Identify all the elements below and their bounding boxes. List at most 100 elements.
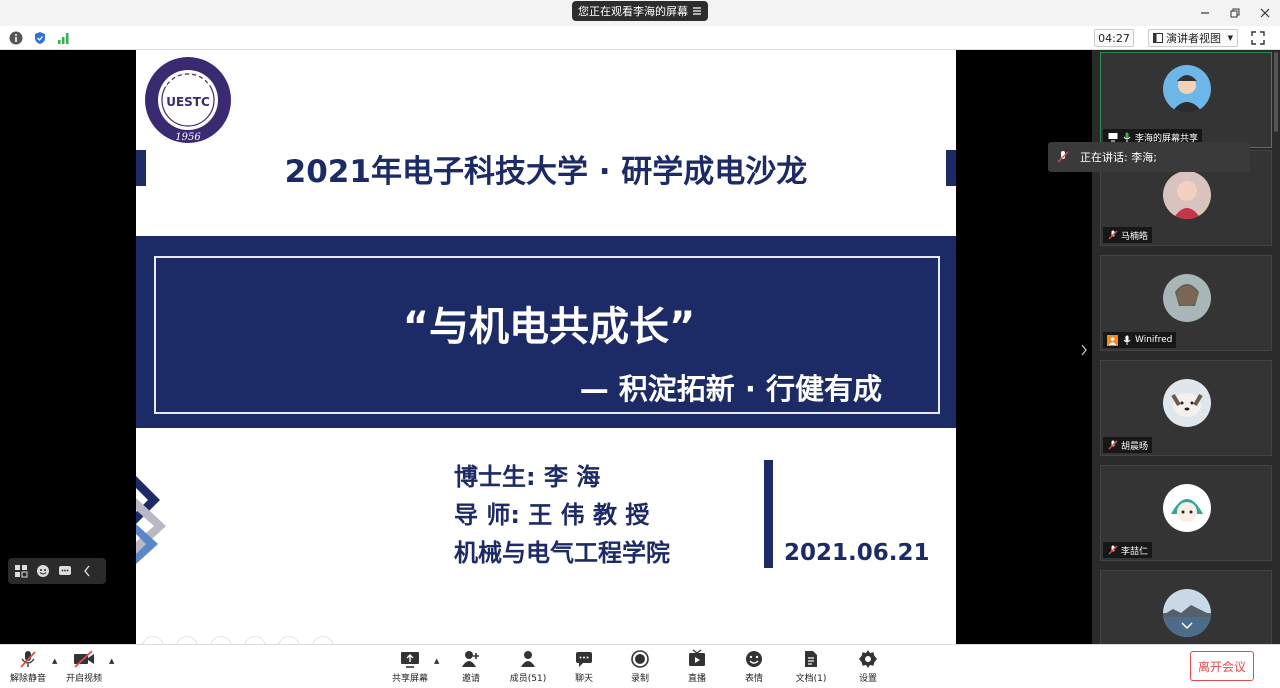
- settings-button[interactable]: 设置: [840, 649, 896, 687]
- presenter-line: 博士生: 李 海: [454, 463, 601, 491]
- restore-icon: [1230, 8, 1240, 18]
- expand-gallery-icon[interactable]: [1080, 344, 1090, 358]
- chat-button[interactable]: 聊天: [556, 649, 612, 687]
- sharing-notice-banner[interactable]: 您正在观看李海的屏幕: [572, 1, 708, 21]
- apps-icon[interactable]: [13, 563, 29, 579]
- live-stream-icon: [686, 649, 708, 669]
- faint-circle-icon: [176, 636, 198, 644]
- unmute-button[interactable]: 解除静音: [0, 649, 56, 687]
- participant-name-tag: 胡晨旸: [1103, 437, 1153, 453]
- share-options-caret[interactable]: ▲: [434, 657, 439, 665]
- live-stream-button[interactable]: 直播: [669, 649, 725, 687]
- screen-share-icon: [1107, 132, 1118, 143]
- gallery-scrollbar[interactable]: [1274, 52, 1278, 132]
- participant-tile[interactable]: 李海的屏幕共享: [1100, 52, 1272, 148]
- video-options-caret[interactable]: ▲: [109, 657, 114, 665]
- avatar: [1163, 274, 1211, 322]
- participant-name: 马楠皓: [1121, 231, 1149, 242]
- slide-divider-bar: [764, 460, 773, 568]
- collapse-left-icon[interactable]: [79, 563, 95, 579]
- documents-button[interactable]: 文档(1): [783, 649, 839, 687]
- participant-gallery: 李海的屏幕共享 马楠皓 Winifred 胡晨旸 李喆仁: [1092, 50, 1280, 644]
- members-button[interactable]: 成员(51): [500, 649, 556, 687]
- slide-date: 2021.06.21: [784, 540, 930, 566]
- microphone-muted-icon: [1107, 545, 1118, 556]
- record-label: 录制: [630, 674, 649, 684]
- participant-tile[interactable]: 胡晨旸: [1100, 360, 1272, 456]
- meeting-timer: 04:27: [1094, 29, 1134, 47]
- slide-quote-title: “与机电共成长”: [402, 304, 696, 350]
- participant-name: 胡晨旸: [1121, 441, 1149, 452]
- start-video-button[interactable]: 开启视频: [56, 649, 112, 687]
- emoji-icon[interactable]: [35, 563, 51, 579]
- slide-title: 2021年电子科技大学 · 研学成电沙龙: [284, 154, 808, 190]
- settings-label: 设置: [858, 674, 877, 684]
- avatar: [1163, 484, 1211, 532]
- restore-button[interactable]: [1220, 0, 1250, 26]
- speaking-indicator: 正在讲话: 李海;: [1048, 142, 1250, 172]
- comment-icon[interactable]: [57, 563, 73, 579]
- participant-name: 李喆仁: [1121, 546, 1149, 557]
- minimize-button[interactable]: [1190, 0, 1220, 26]
- fullscreen-icon: [1251, 31, 1265, 45]
- leave-meeting-button[interactable]: 离开会议: [1190, 651, 1254, 681]
- slide-title-frame: “与机电共成长” — 积淀拓新 · 行健有成: [154, 256, 940, 414]
- advisor-line: 导 师: 王 伟 教 授: [454, 501, 650, 529]
- chat-icon: [573, 649, 595, 669]
- avatar: [1163, 379, 1211, 427]
- title-bar: 您正在观看李海的屏幕: [0, 0, 1280, 26]
- participant-name: Winifred: [1135, 335, 1173, 345]
- invite-button[interactable]: 邀请: [443, 649, 499, 687]
- add-user-icon: [460, 649, 482, 669]
- microphone-icon: [1121, 335, 1132, 346]
- chevron-down-icon[interactable]: [1181, 619, 1193, 633]
- user-icon: [1107, 334, 1118, 346]
- participant-name-tag: 李喆仁: [1103, 542, 1153, 558]
- svg-text:1956: 1956: [175, 132, 201, 143]
- chat-label: 聊天: [574, 674, 593, 684]
- view-mode-select[interactable]: 演讲者视图 ▼: [1148, 29, 1238, 47]
- record-icon: [629, 649, 651, 669]
- participant-tile[interactable]: [1100, 570, 1272, 644]
- share-screen-button[interactable]: 共享屏幕: [382, 649, 438, 687]
- presenter-info: 博士生: 李 海 导 师: 王 伟 教 授 机械与电气工程学院: [454, 458, 670, 572]
- participant-tile[interactable]: Winifred: [1100, 255, 1272, 351]
- presentation-slide: UESTC 1956 2021年电子科技大学 · 研学成电沙龙 “与机电共成长”…: [136, 50, 956, 644]
- minimize-icon: [1201, 12, 1209, 14]
- participant-tile[interactable]: 李喆仁: [1100, 465, 1272, 561]
- info-icon[interactable]: [8, 30, 24, 46]
- live-stream-label: 直播: [687, 674, 706, 684]
- faint-circle-icon: [312, 636, 334, 644]
- microphone-muted-icon: [1057, 151, 1069, 163]
- microphone-icon: [1121, 132, 1132, 143]
- emoji-icon: [743, 649, 765, 669]
- school-line: 机械与电气工程学院: [454, 539, 670, 567]
- slide-faint-controls: [142, 636, 334, 644]
- speaking-text: 正在讲话: 李海;: [1080, 151, 1157, 164]
- members-label: 成员(51): [509, 674, 547, 684]
- faint-circle-icon: [278, 636, 300, 644]
- signal-icon[interactable]: [56, 30, 72, 46]
- meeting-toolbar: 解除静音 ▲ 开启视频 ▲ 共享屏幕 ▲ 邀请 成员(51) 聊天 录制 直播 …: [0, 644, 1280, 688]
- document-icon: [800, 649, 822, 669]
- slide-title-band: “与机电共成长” — 积淀拓新 · 行健有成: [136, 236, 956, 428]
- slide-motto: — 积淀拓新 · 行健有成: [579, 372, 882, 406]
- invite-label: 邀请: [461, 674, 480, 684]
- close-button[interactable]: [1250, 0, 1280, 26]
- microphone-muted-icon: [17, 649, 39, 669]
- layout-icon: [1153, 33, 1163, 43]
- documents-label: 文档(1): [795, 674, 827, 684]
- shield-icon[interactable]: [32, 30, 48, 46]
- svg-text:UESTC: UESTC: [166, 95, 210, 109]
- fullscreen-button[interactable]: [1250, 30, 1266, 46]
- reactions-button[interactable]: 表情: [726, 649, 782, 687]
- university-seal-logo: UESTC 1956: [145, 57, 231, 143]
- share-screen-icon: [399, 649, 421, 669]
- window-controls: [1190, 0, 1280, 26]
- close-icon: [1260, 8, 1270, 18]
- record-button[interactable]: 录制: [612, 649, 668, 687]
- participant-name-tag: 马楠皓: [1103, 227, 1153, 243]
- unmute-label: 解除静音: [9, 674, 46, 684]
- avatar: [1163, 65, 1211, 113]
- share-screen-label: 共享屏幕: [391, 674, 428, 684]
